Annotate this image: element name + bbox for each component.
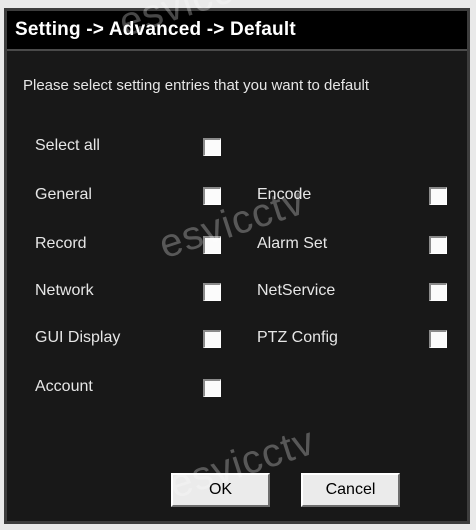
- ok-button[interactable]: OK: [171, 473, 270, 507]
- ptz-config-checkbox[interactable]: [429, 330, 447, 348]
- alarm-set-label: Alarm Set: [257, 235, 328, 252]
- record-checkbox[interactable]: [203, 236, 221, 254]
- dialog-title: Setting -> Advanced -> Default: [15, 19, 296, 40]
- cancel-button[interactable]: Cancel: [301, 473, 400, 507]
- default-settings-dialog: Setting -> Advanced -> Default Please se…: [4, 0, 470, 524]
- network-label: Network: [35, 282, 94, 299]
- netservice-label: NetService: [257, 282, 336, 299]
- select-all-checkbox[interactable]: [203, 138, 221, 156]
- record-label: Record: [35, 235, 87, 252]
- network-checkbox[interactable]: [203, 283, 221, 301]
- gui-display-checkbox[interactable]: [203, 330, 221, 348]
- account-checkbox[interactable]: [203, 379, 221, 397]
- general-label: General: [35, 186, 92, 203]
- general-checkbox[interactable]: [203, 187, 221, 205]
- gui-display-label: GUI Display: [35, 329, 121, 346]
- instruction-text: Please select setting entries that you w…: [23, 77, 370, 94]
- encode-checkbox[interactable]: [429, 187, 447, 205]
- title-bar: Setting -> Advanced -> Default: [7, 11, 467, 51]
- ptz-config-label: PTZ Config: [257, 329, 338, 346]
- netservice-checkbox[interactable]: [429, 283, 447, 301]
- encode-label: Encode: [257, 186, 312, 203]
- alarm-set-checkbox[interactable]: [429, 236, 447, 254]
- select-all-label: Select all: [35, 137, 100, 154]
- account-label: Account: [35, 378, 93, 395]
